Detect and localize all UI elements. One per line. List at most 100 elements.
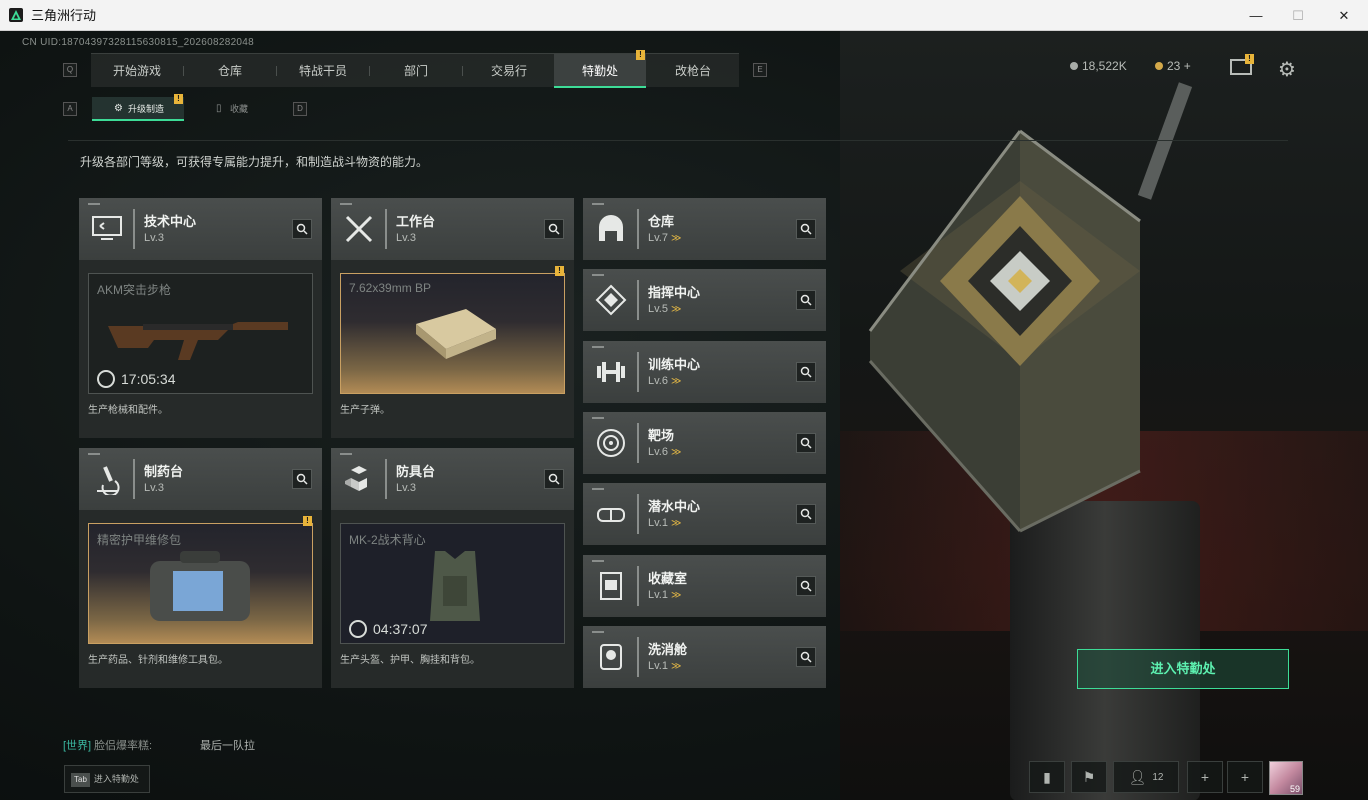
production-description: 生产子弹。	[340, 405, 390, 416]
dumbbell-icon	[593, 355, 629, 389]
production-description: 生产枪械和配件。	[88, 405, 168, 416]
department-name: 工作台	[396, 214, 436, 229]
production-slot[interactable]: 7.62x39mm BP	[340, 273, 565, 394]
chat-channel[interactable]: [世界]	[63, 737, 91, 753]
tab-gunsmith[interactable]: 改枪台	[647, 54, 739, 88]
department-card[interactable]: 指挥中心 Lv.5 ≫	[583, 269, 826, 332]
flag-icon[interactable]: ⚑	[1071, 761, 1107, 793]
tab-hint[interactable]: Tab 进入特勤处	[64, 765, 150, 793]
window-titlebar: 三角洲行动 — ☐ ✕	[0, 0, 1368, 31]
production-slot[interactable]: AKM突击步枪 17:05:34	[88, 273, 313, 394]
stats-bar-chart-icon[interactable]: ▮	[1029, 761, 1065, 793]
production-badge: !	[303, 516, 312, 526]
add-friend-button[interactable]: +	[1187, 761, 1223, 793]
cubes-icon	[341, 462, 377, 496]
department-level: Lv.1 ≫	[648, 588, 682, 601]
search-icon[interactable]	[292, 469, 312, 489]
department-card[interactable]: 靶场 Lv.6 ≫	[583, 411, 826, 474]
close-button[interactable]: ✕	[1321, 0, 1367, 31]
department-card[interactable]: 潜水中心 Lv.1 ≫	[583, 483, 826, 546]
production-slot[interactable]: 精密护甲维修包	[88, 523, 313, 644]
settings-gear-icon[interactable]: ⚙	[1278, 57, 1296, 82]
window-title: 三角洲行动	[31, 8, 97, 23]
department-name: 收藏室	[648, 570, 688, 586]
search-icon[interactable]	[796, 575, 816, 596]
player-avatar[interactable]: 59	[1269, 761, 1303, 795]
department-level: Lv.1 ≫	[648, 517, 682, 530]
upgrade-available-icon: ≫	[670, 660, 682, 672]
department-name: 洗消舱	[648, 641, 688, 657]
warehouse-icon	[593, 212, 629, 246]
page-description: 升级各部门等级，可获得专属能力提升，和制造战斗物资的能力。	[80, 155, 429, 169]
department-name: 潜水中心	[648, 499, 701, 515]
upgrade-available-icon: ≫	[670, 375, 682, 387]
microscope-icon	[89, 462, 125, 496]
product-name: 7.62x39mm BP	[349, 281, 432, 295]
department-name: 技术中心	[144, 214, 197, 229]
search-icon[interactable]	[796, 432, 816, 453]
search-icon[interactable]	[796, 646, 816, 667]
subtab-badge: !	[174, 94, 183, 104]
collection-icon: ▯	[216, 103, 222, 114]
gold-coin-icon	[1155, 62, 1163, 70]
tab-operators[interactable]: 特战干员	[277, 54, 369, 88]
production-card-pharmacy[interactable]: 制药台 Lv.3 精密护甲维修包 ! 生产药品、针剂和维修工具包。	[79, 448, 322, 688]
department-name: 防具台	[396, 464, 436, 479]
tab-departments[interactable]: 部门	[370, 54, 462, 88]
nav-key-right[interactable]: E	[753, 63, 767, 77]
decon-chamber-icon	[593, 640, 629, 674]
tab-special-ops[interactable]: 特勤处	[554, 54, 646, 88]
add-currency-button[interactable]: +	[1184, 59, 1191, 73]
timer-icon	[97, 370, 115, 388]
department-card[interactable]: 训练中心 Lv.6 ≫	[583, 340, 826, 403]
tab-trading[interactable]: 交易行	[463, 54, 555, 88]
maximize-button[interactable]: ☐	[1275, 0, 1321, 31]
vest-icon	[430, 551, 480, 621]
search-icon[interactable]	[544, 219, 564, 239]
gold-currency[interactable]: 23 +	[1155, 59, 1191, 73]
player-uid: CN UID:18704397328115630815_202608282048	[22, 37, 255, 48]
production-card-armor[interactable]: 防具台 Lv.3 MK-2战术背心 04:37:07 生产头盔、护甲、胸挂和背包…	[331, 448, 574, 688]
chat-sender[interactable]: 脸侣爆率糕:	[94, 737, 152, 753]
game-viewport: CN UID:18704397328115630815_202608282048…	[0, 31, 1368, 800]
department-name: 制药台	[144, 464, 184, 479]
craft-icon: ⚙	[114, 103, 123, 114]
department-level: Lv.1 ≫	[648, 659, 682, 672]
product-name: MK-2战术背心	[349, 533, 426, 547]
search-icon[interactable]	[796, 504, 816, 525]
app-logo-icon	[9, 8, 23, 22]
search-icon[interactable]	[292, 219, 312, 239]
subnav-key-right[interactable]: D	[293, 102, 307, 116]
production-slot[interactable]: MK-2战术背心 04:37:07	[340, 523, 565, 644]
add-team-button[interactable]: +	[1227, 761, 1263, 793]
minimize-button[interactable]: —	[1233, 0, 1279, 31]
search-icon[interactable]	[796, 290, 816, 311]
search-icon[interactable]	[796, 219, 816, 239]
department-card[interactable]: 收藏室 Lv.1 ≫	[583, 554, 826, 617]
subnav-key-left[interactable]: A	[63, 102, 77, 116]
tab-warehouse[interactable]: 仓库	[184, 54, 276, 88]
production-badge: !	[555, 266, 564, 276]
friends-button[interactable]: 👤︎ 12	[1113, 761, 1179, 793]
nav-key-left[interactable]: Q	[63, 63, 77, 77]
production-card-workbench[interactable]: 工作台 Lv.3 7.62x39mm BP ! 生产子弹。	[331, 198, 574, 438]
timer-icon	[349, 620, 367, 638]
department-card[interactable]: 仓库 Lv.7 ≫	[583, 198, 826, 260]
enter-special-ops-button[interactable]: 进入特勤处	[1077, 649, 1289, 689]
department-card[interactable]: 洗消舱 Lv.1 ≫	[583, 625, 826, 688]
department-name: 靶场	[648, 427, 675, 443]
department-name: 指挥中心	[648, 285, 701, 301]
silver-currency[interactable]: 18,522K	[1070, 59, 1127, 73]
subtab-upgrade-craft[interactable]: ⚙ 升级制造	[92, 97, 184, 121]
production-card-tech[interactable]: 技术中心 Lv.3 AKM突击步枪 17:05:34 生产枪械和配件。	[79, 198, 322, 438]
production-description: 生产头盔、护甲、胸挂和背包。	[340, 655, 480, 666]
production-description: 生产药品、针剂和维修工具包。	[88, 655, 228, 666]
department-level: Lv.7 ≫	[648, 232, 682, 244]
subtab-collection[interactable]: ▯ 收藏	[200, 97, 280, 121]
player-level: 59	[1289, 784, 1300, 794]
tab-start-game[interactable]: 开始游戏	[91, 54, 183, 88]
special-ops-badge: !	[636, 50, 645, 60]
search-icon[interactable]	[544, 469, 564, 489]
search-icon[interactable]	[796, 361, 816, 382]
upgrade-available-icon: ≫	[670, 589, 682, 601]
